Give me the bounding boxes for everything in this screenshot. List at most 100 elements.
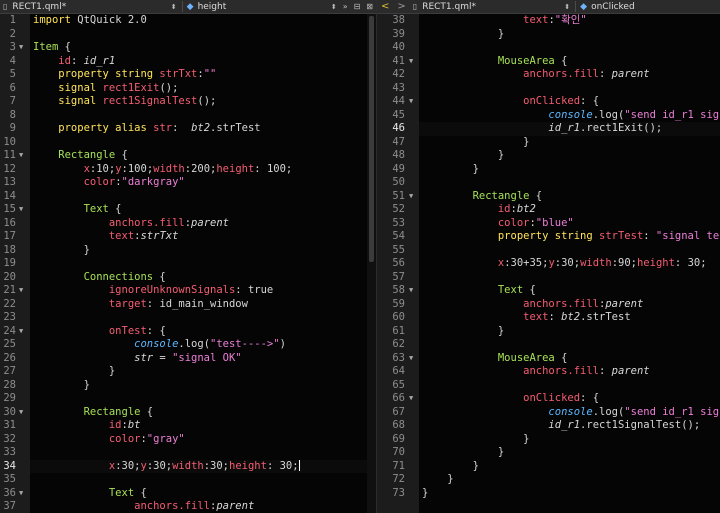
code-line[interactable]: } bbox=[419, 460, 720, 474]
code-line[interactable]: x:30;y:30;width:30;height: 30; bbox=[30, 459, 367, 473]
code-line[interactable]: Rectangle { bbox=[30, 406, 367, 420]
code-line[interactable]: anchors.fill:parent bbox=[30, 217, 367, 231]
file-dropdown-icon[interactable]: ⬍ bbox=[168, 3, 180, 11]
fold-arrow-icon[interactable]: ▼ bbox=[19, 284, 23, 298]
code-line[interactable]: x:10;y:100;width:200;height: 100; bbox=[30, 163, 367, 177]
code-editor[interactable]: import QtQuick 2.0 Item { id: id_r1 prope… bbox=[30, 14, 367, 513]
code-line[interactable] bbox=[30, 257, 367, 271]
code-line[interactable]: } bbox=[30, 244, 367, 258]
code-line[interactable]: } bbox=[419, 149, 720, 163]
code-line[interactable] bbox=[419, 82, 720, 96]
split-layout-icon[interactable]: ⊟ bbox=[351, 2, 364, 11]
code-line[interactable]: onTest: { bbox=[30, 325, 367, 339]
fold-arrow-icon[interactable]: ▼ bbox=[409, 95, 413, 109]
code-line[interactable]: target: id_main_window bbox=[30, 298, 367, 312]
code-line[interactable] bbox=[30, 28, 367, 42]
chevron-right-icon[interactable]: > bbox=[393, 1, 409, 12]
code-line[interactable]: console.log("send id_r1 signal") bbox=[419, 406, 720, 420]
code-line[interactable]: import QtQuick 2.0 bbox=[30, 14, 367, 28]
code-line[interactable]: } bbox=[419, 433, 720, 447]
code-line[interactable]: color:"blue" bbox=[419, 217, 720, 231]
code-line[interactable] bbox=[30, 109, 367, 123]
fold-arrow-icon[interactable]: ▼ bbox=[409, 352, 413, 366]
code-line[interactable]: id: id_r1 bbox=[30, 55, 367, 69]
file-dropdown-icon[interactable]: ⬍ bbox=[561, 3, 573, 11]
code-line[interactable]: id_r1.rect1SignalTest(); bbox=[419, 419, 720, 433]
code-line[interactable]: text:"확인" bbox=[419, 14, 720, 28]
code-line[interactable]: anchors.fill: parent bbox=[419, 365, 720, 379]
code-line[interactable]: Item { bbox=[30, 41, 367, 55]
code-line[interactable]: anchors.fill: parent bbox=[419, 68, 720, 82]
code-line[interactable]: str = "signal OK" bbox=[30, 352, 367, 366]
code-line[interactable]: } bbox=[30, 365, 367, 379]
code-line[interactable]: console.log("test---->") bbox=[30, 338, 367, 352]
code-line[interactable]: onClicked: { bbox=[419, 392, 720, 406]
fold-arrow-icon[interactable]: ▼ bbox=[19, 41, 23, 55]
code-line[interactable]: Text { bbox=[30, 487, 367, 501]
code-line[interactable]: } bbox=[419, 446, 720, 460]
code-line[interactable] bbox=[419, 379, 720, 393]
symbol-name-label[interactable]: height bbox=[196, 2, 229, 12]
fold-arrow-icon[interactable]: ▼ bbox=[19, 487, 23, 501]
code-line[interactable]: Text { bbox=[419, 284, 720, 298]
code-line[interactable]: Rectangle { bbox=[419, 190, 720, 204]
symbol-name-label[interactable]: onClicked bbox=[589, 2, 637, 12]
code-line[interactable] bbox=[30, 446, 367, 460]
code-line[interactable]: console.log("send id_r1 signal") bbox=[419, 109, 720, 123]
code-line[interactable] bbox=[30, 473, 367, 487]
code-line[interactable]: color:"gray" bbox=[30, 433, 367, 447]
fold-arrow-icon[interactable]: ▼ bbox=[409, 190, 413, 204]
code-editor[interactable]: text:"확인" } MouseArea { anchors.fill: pa… bbox=[419, 14, 720, 513]
code-line[interactable]: x:30+35;y:30;width:90;height: 30; bbox=[419, 257, 720, 271]
code-line[interactable] bbox=[419, 271, 720, 285]
fold-arrow-icon[interactable]: ▼ bbox=[19, 203, 23, 217]
code-line[interactable]: ignoreUnknownSignals: true bbox=[30, 284, 367, 298]
code-line[interactable]: } bbox=[419, 473, 720, 487]
code-line[interactable]: onClicked: { bbox=[419, 95, 720, 109]
code-line[interactable]: id:bt2 bbox=[419, 203, 720, 217]
code-line[interactable]: color:"darkgray" bbox=[30, 176, 367, 190]
code-line[interactable]: signal rect1SignalTest(); bbox=[30, 95, 367, 109]
code-line[interactable]: } bbox=[30, 379, 367, 393]
code-line[interactable]: property alias str: bt2.strTest bbox=[30, 122, 367, 136]
file-name-label[interactable]: RECT1.qml* bbox=[10, 2, 68, 12]
code-line[interactable]: property string strTest: "signal test" bbox=[419, 230, 720, 244]
split-icon[interactable]: » bbox=[340, 2, 351, 11]
code-line[interactable] bbox=[419, 338, 720, 352]
code-line[interactable] bbox=[30, 311, 367, 325]
code-line[interactable]: MouseArea { bbox=[419, 352, 720, 366]
code-line[interactable]: text:strTxt bbox=[30, 230, 367, 244]
code-line[interactable]: } bbox=[419, 136, 720, 150]
code-line[interactable] bbox=[30, 392, 367, 406]
fold-arrow-icon[interactable]: ▼ bbox=[19, 406, 23, 420]
code-line[interactable] bbox=[30, 136, 367, 150]
fold-arrow-icon[interactable]: ▼ bbox=[409, 284, 413, 298]
code-line[interactable]: MouseArea { bbox=[419, 55, 720, 69]
code-line[interactable] bbox=[419, 41, 720, 55]
fold-arrow-icon[interactable]: ▼ bbox=[19, 149, 23, 163]
code-line[interactable]: anchors.fill:parent bbox=[30, 500, 367, 513]
code-line[interactable]: } bbox=[419, 28, 720, 42]
code-line[interactable]: Connections { bbox=[30, 271, 367, 285]
code-line[interactable]: signal rect1Exit(); bbox=[30, 82, 367, 96]
code-line[interactable]: } bbox=[419, 163, 720, 177]
fold-arrow-icon[interactable]: ▼ bbox=[409, 392, 413, 406]
code-line[interactable]: id_r1.rect1Exit(); bbox=[419, 122, 720, 136]
fold-arrow-icon[interactable]: ▼ bbox=[409, 55, 413, 69]
code-line[interactable] bbox=[419, 176, 720, 190]
close-icon[interactable]: ⊠ bbox=[363, 2, 376, 11]
code-line[interactable]: text: bt2.strTest bbox=[419, 311, 720, 325]
code-line[interactable]: } bbox=[419, 487, 720, 501]
code-line[interactable] bbox=[30, 190, 367, 204]
vertical-scrollbar[interactable] bbox=[367, 14, 376, 513]
code-line[interactable]: Rectangle { bbox=[30, 149, 367, 163]
code-line[interactable] bbox=[419, 244, 720, 258]
symbol-dropdown-icon[interactable]: ⬍ bbox=[328, 3, 340, 11]
scrollbar-thumb[interactable] bbox=[369, 16, 374, 262]
code-line[interactable]: id:bt bbox=[30, 419, 367, 433]
chevron-left-icon[interactable]: < bbox=[377, 1, 393, 12]
code-line[interactable]: } bbox=[419, 325, 720, 339]
code-line[interactable]: Text { bbox=[30, 203, 367, 217]
fold-arrow-icon[interactable]: ▼ bbox=[19, 325, 23, 339]
code-line[interactable]: property string strTxt:"" bbox=[30, 68, 367, 82]
